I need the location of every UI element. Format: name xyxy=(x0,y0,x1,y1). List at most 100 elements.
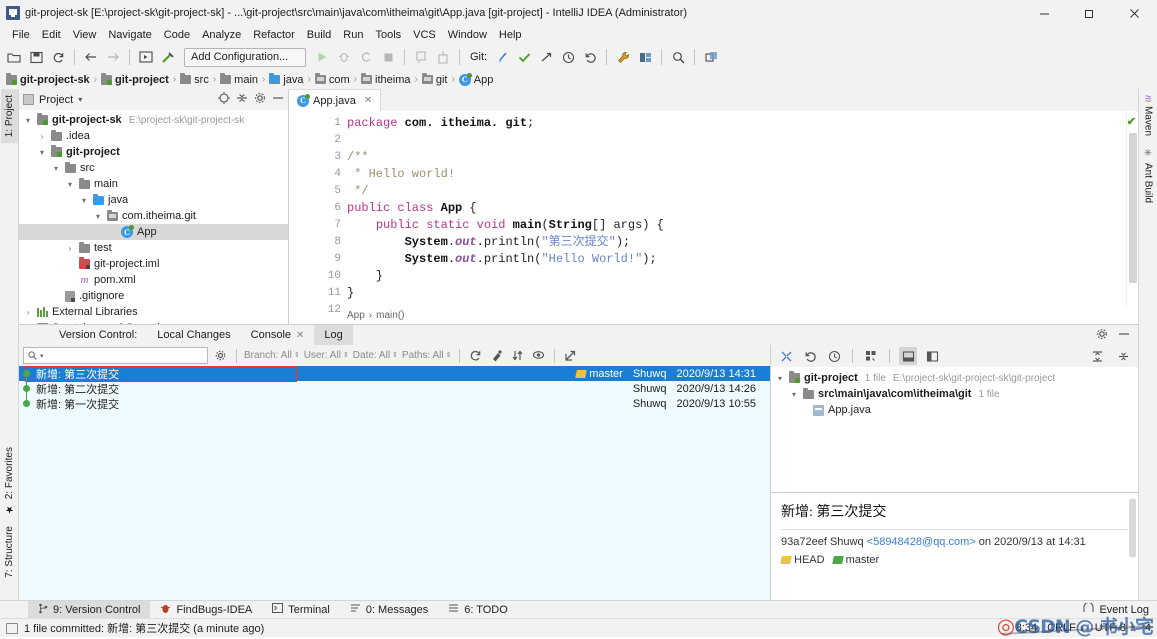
back-arrow-icon[interactable] xyxy=(81,47,101,67)
collapse-all-icon[interactable] xyxy=(1114,347,1132,365)
bottom-tab-version-control[interactable]: 9: Version Control xyxy=(28,600,151,619)
preview-side-icon[interactable] xyxy=(923,347,941,365)
filter-settings-icon[interactable] xyxy=(212,347,229,364)
tree-node-scratches[interactable]: Scratches and Consoles xyxy=(19,320,288,324)
breadcrumb-item-app[interactable]: C App xyxy=(458,72,496,86)
tree-node-main[interactable]: ▾ main xyxy=(19,176,288,192)
open-in-editor-icon[interactable] xyxy=(562,347,579,364)
sort-icon[interactable] xyxy=(509,347,526,364)
inspection-status-icon[interactable]: ✔ xyxy=(1127,115,1136,128)
run-icon[interactable] xyxy=(312,47,332,67)
history-icon[interactable] xyxy=(558,47,578,67)
tree-node-git-project-sk[interactable]: ▾ git-project-sk E:\project-sk\git-proje… xyxy=(19,112,288,128)
breadcrumb-item-git-project[interactable]: git-project xyxy=(101,72,171,86)
commit-icon[interactable] xyxy=(514,47,534,67)
tab-log[interactable]: Log xyxy=(314,325,353,345)
settings-structure-icon[interactable] xyxy=(635,47,655,67)
run-configuration-selector[interactable]: Add Configuration... xyxy=(184,47,306,67)
revert-icon[interactable] xyxy=(580,47,600,67)
update-project-icon[interactable] xyxy=(492,47,512,67)
menu-help[interactable]: Help xyxy=(493,26,528,44)
gear-icon[interactable] xyxy=(254,92,266,107)
tree-node-test[interactable]: › test xyxy=(19,240,288,256)
sidebar-item-ant-build[interactable]: ✳ Ant Build xyxy=(1140,142,1157,209)
details-scrollbar-thumb[interactable] xyxy=(1129,499,1136,557)
group-by-icon[interactable] xyxy=(862,347,880,365)
code-text-area[interactable]: package com. itheima. git; /** * Hello w… xyxy=(347,111,1126,306)
commit-author-email[interactable]: <58948428@qq.com> xyxy=(867,536,976,548)
breadcrumb-item-git[interactable]: git xyxy=(421,73,450,86)
search-everywhere-icon[interactable] xyxy=(668,47,688,67)
chevron-down-icon[interactable]: ▾ xyxy=(93,212,103,221)
menu-analyze[interactable]: Analyze xyxy=(196,26,247,44)
chevron-down-icon[interactable]: ▾ xyxy=(37,148,47,157)
chevron-right-icon[interactable]: › xyxy=(65,244,75,253)
status-message[interactable]: 1 file committed: 新增: 第三次提交 (a minute ag… xyxy=(24,620,264,636)
tree-node-pom[interactable]: m pom.xml xyxy=(19,272,288,288)
stop-icon[interactable] xyxy=(378,47,398,67)
tree-node-src[interactable]: ▾ src xyxy=(19,160,288,176)
restore-layout-icon[interactable] xyxy=(701,47,721,67)
hide-icon[interactable] xyxy=(1118,328,1130,343)
changed-file-node-folder[interactable]: ▾ src\main\java\com\itheima\git 1 file xyxy=(771,386,1138,402)
changed-file-node-module[interactable]: ▾ git-project 1 file E:\project-sk\git-p… xyxy=(771,370,1138,386)
debug-icon[interactable] xyxy=(334,47,354,67)
bottom-tab-messages[interactable]: 0: Messages xyxy=(340,601,438,619)
tree-node-package[interactable]: ▾ com.itheima.git xyxy=(19,208,288,224)
indent-level[interactable]: 4 xyxy=(1145,622,1151,634)
eye-icon[interactable] xyxy=(530,347,547,364)
chevron-down-icon[interactable]: ▾ xyxy=(65,180,75,189)
filter-paths[interactable]: Paths: All ⇕ xyxy=(402,350,452,361)
filter-date[interactable]: Date: All ⇕ xyxy=(353,350,398,361)
filter-user[interactable]: User: All ⇕ xyxy=(304,350,349,361)
bottom-tab-todo[interactable]: 6: TODO xyxy=(438,601,518,619)
profile-icon[interactable] xyxy=(411,47,431,67)
run-config-icon[interactable] xyxy=(136,47,156,67)
expand-all-icon[interactable] xyxy=(1088,347,1106,365)
breadcrumb-item-java[interactable]: java xyxy=(269,73,305,86)
tab-local-changes[interactable]: Local Changes xyxy=(147,325,240,345)
tree-node-iml[interactable]: git-project.iml xyxy=(19,256,288,272)
menu-build[interactable]: Build xyxy=(301,26,337,44)
expand-icon[interactable] xyxy=(777,347,795,365)
chevron-down-icon[interactable]: ▾ xyxy=(789,390,799,399)
sidebar-item-maven[interactable]: m Maven xyxy=(1140,89,1157,142)
preview-bottom-icon[interactable] xyxy=(899,347,917,365)
menu-vcs[interactable]: VCS xyxy=(407,26,442,44)
history-icon[interactable] xyxy=(825,347,843,365)
sync-icon[interactable] xyxy=(48,47,68,67)
maximize-button[interactable] xyxy=(1067,0,1112,26)
search-input[interactable]: ▾ xyxy=(23,347,208,364)
bottom-tab-findbugs[interactable]: FindBugs-IDEA xyxy=(150,601,262,619)
breadcrumb-item-main[interactable]: main xyxy=(220,73,260,86)
commit-list[interactable]: 新增: 第三次提交 master Shuwq 2020/9/13 14:31 新… xyxy=(19,366,770,600)
minimize-button[interactable] xyxy=(1022,0,1067,26)
event-log-button[interactable]: Event Log xyxy=(1083,601,1157,616)
hide-icon[interactable] xyxy=(272,92,284,107)
revert-icon[interactable] xyxy=(801,347,819,365)
menu-code[interactable]: Code xyxy=(158,26,196,44)
menu-window[interactable]: Window xyxy=(442,26,493,44)
chevron-down-icon[interactable]: ▾ xyxy=(51,164,61,173)
refresh-icon[interactable] xyxy=(467,347,484,364)
commit-row[interactable]: 新增: 第一次提交 Shuwq 2020/9/13 10:55 xyxy=(19,396,770,411)
breadcrumb-item-src[interactable]: src xyxy=(180,73,211,86)
push-icon[interactable] xyxy=(536,47,556,67)
chevron-down-icon[interactable]: ▾ xyxy=(775,374,785,383)
gear-icon[interactable] xyxy=(1096,328,1108,343)
chevron-right-icon[interactable]: › xyxy=(37,132,47,141)
changed-file-node-appjava[interactable]: App.java xyxy=(771,402,1138,418)
sidebar-item-structure[interactable]: 7: Structure xyxy=(1,520,18,584)
tree-node-external-libraries[interactable]: › External Libraries xyxy=(19,304,288,320)
commit-row[interactable]: 新增: 第二次提交 Shuwq 2020/9/13 14:26 xyxy=(19,381,770,396)
close-button[interactable] xyxy=(1112,0,1157,26)
commit-row[interactable]: 新增: 第三次提交 master Shuwq 2020/9/13 14:31 xyxy=(19,366,770,381)
tab-console[interactable]: Console ✕ xyxy=(241,325,315,345)
editor-scrollbar[interactable]: ✔ xyxy=(1126,111,1138,306)
locate-icon[interactable] xyxy=(218,92,230,107)
bottom-tab-terminal[interactable]: Terminal xyxy=(262,601,340,619)
run-coverage-icon[interactable] xyxy=(356,47,376,67)
menu-refactor[interactable]: Refactor xyxy=(247,26,301,44)
breadcrumb-item-git-project-sk[interactable]: git-project-sk xyxy=(6,72,92,86)
collect-garbage-icon[interactable] xyxy=(488,347,505,364)
